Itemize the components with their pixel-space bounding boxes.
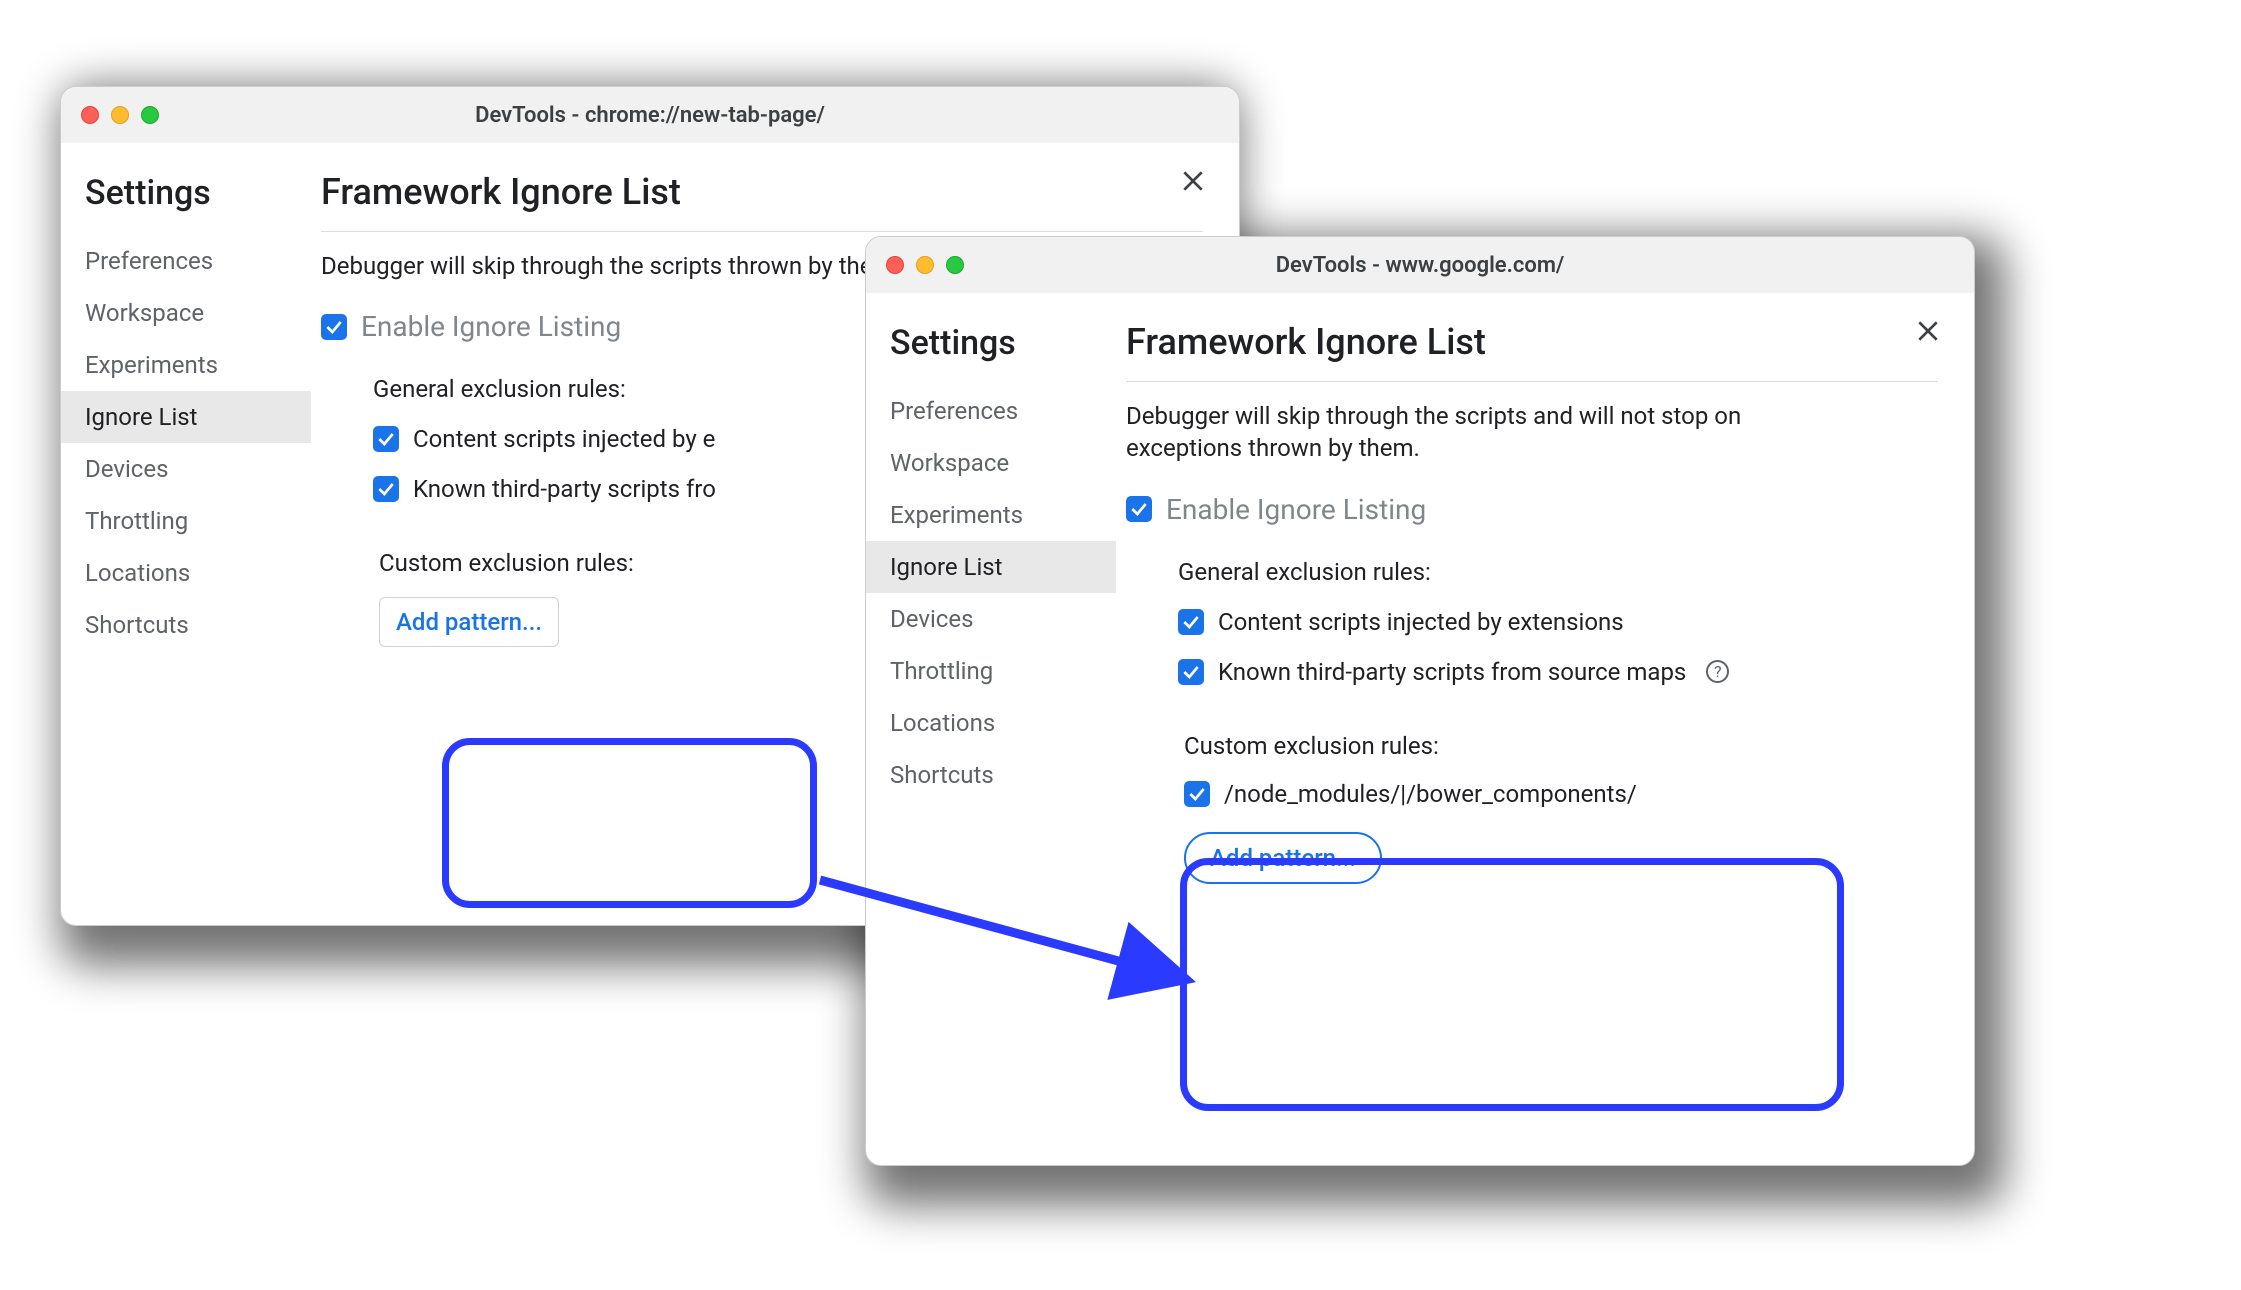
sidebar-item-ignore-list[interactable]: Ignore List <box>61 391 311 443</box>
close-window-button[interactable] <box>886 256 904 274</box>
help-icon[interactable]: ? <box>1706 660 1729 683</box>
exclusion-rule-checkbox[interactable] <box>1178 659 1204 685</box>
exclusion-rule-row: Content scripts injected by extensions <box>1178 608 1938 636</box>
close-window-button[interactable] <box>81 106 99 124</box>
sidebar-item-devices[interactable]: Devices <box>61 443 311 495</box>
page-description: Debugger will skip through the scripts a… <box>1126 382 1826 465</box>
close-settings-button[interactable] <box>1173 161 1213 201</box>
minimize-window-button[interactable] <box>916 256 934 274</box>
add-pattern-button[interactable]: Add pattern... <box>1184 832 1382 884</box>
custom-exclusion-block: Custom exclusion rules: /node_modules/|/… <box>1170 722 1790 906</box>
enable-ignore-listing-row: Enable Ignore Listing <box>1126 493 1938 526</box>
general-exclusion-header: General exclusion rules: <box>1178 558 1938 586</box>
enable-ignore-listing-label: Enable Ignore Listing <box>1166 493 1426 526</box>
window-title: DevTools - chrome://new-tab-page/ <box>61 103 1239 128</box>
zoom-window-button[interactable] <box>141 106 159 124</box>
exclusion-rule-checkbox[interactable] <box>373 426 399 452</box>
custom-exclusion-header: Custom exclusion rules: <box>1184 732 1768 760</box>
custom-pattern-row: /node_modules/|/bower_components/ <box>1184 780 1768 808</box>
exclusion-rule-label: Known third-party scripts from source ma… <box>1218 658 1686 686</box>
enable-ignore-listing-checkbox[interactable] <box>321 314 347 340</box>
traffic-lights <box>81 106 159 124</box>
sidebar-item-ignore-list[interactable]: Ignore List <box>866 541 1116 593</box>
sidebar-item-locations[interactable]: Locations <box>61 547 311 599</box>
page-title: Framework Ignore List <box>321 157 1203 232</box>
settings-sidebar: Settings PreferencesWorkspaceExperiments… <box>61 143 311 925</box>
devtools-window-right: DevTools - www.google.com/ Settings Pref… <box>865 236 1975 1166</box>
exclusion-rule-label: Content scripts injected by e <box>413 425 715 453</box>
enable-ignore-listing-checkbox[interactable] <box>1126 496 1152 522</box>
sidebar-item-shortcuts[interactable]: Shortcuts <box>866 749 1116 801</box>
sidebar-item-workspace[interactable]: Workspace <box>61 287 311 339</box>
exclusion-rule-checkbox[interactable] <box>373 476 399 502</box>
enable-ignore-listing-label: Enable Ignore Listing <box>361 310 621 343</box>
titlebar: DevTools - chrome://new-tab-page/ <box>61 87 1239 143</box>
exclusion-rule-checkbox[interactable] <box>1178 609 1204 635</box>
settings-content: Framework Ignore List Debugger will skip… <box>1116 293 1974 1165</box>
zoom-window-button[interactable] <box>946 256 964 274</box>
sidebar-item-throttling[interactable]: Throttling <box>61 495 311 547</box>
sidebar-item-throttling[interactable]: Throttling <box>866 645 1116 697</box>
custom-exclusion-header: Custom exclusion rules: <box>379 549 695 577</box>
page-title: Framework Ignore List <box>1126 307 1938 382</box>
custom-exclusion-block: Custom exclusion rules: Add pattern... <box>365 539 717 669</box>
custom-pattern-checkbox[interactable] <box>1184 781 1210 807</box>
exclusion-rule-label: Known third-party scripts fro <box>413 475 716 503</box>
sidebar-heading: Settings <box>61 161 311 235</box>
close-settings-button[interactable] <box>1908 311 1948 351</box>
sidebar-item-preferences[interactable]: Preferences <box>61 235 311 287</box>
add-pattern-button[interactable]: Add pattern... <box>379 597 559 647</box>
sidebar-item-preferences[interactable]: Preferences <box>866 385 1116 437</box>
traffic-lights <box>886 256 964 274</box>
window-title: DevTools - www.google.com/ <box>866 253 1974 278</box>
settings-sidebar: Settings PreferencesWorkspaceExperiments… <box>866 293 1116 1165</box>
sidebar-item-locations[interactable]: Locations <box>866 697 1116 749</box>
sidebar-item-experiments[interactable]: Experiments <box>61 339 311 391</box>
sidebar-item-devices[interactable]: Devices <box>866 593 1116 645</box>
custom-pattern-label: /node_modules/|/bower_components/ <box>1224 780 1637 808</box>
exclusion-rule-row: Known third-party scripts from source ma… <box>1178 658 1938 686</box>
exclusion-rule-label: Content scripts injected by extensions <box>1218 608 1624 636</box>
sidebar-heading: Settings <box>866 311 1116 385</box>
titlebar: DevTools - www.google.com/ <box>866 237 1974 293</box>
sidebar-item-experiments[interactable]: Experiments <box>866 489 1116 541</box>
minimize-window-button[interactable] <box>111 106 129 124</box>
sidebar-item-shortcuts[interactable]: Shortcuts <box>61 599 311 651</box>
sidebar-item-workspace[interactable]: Workspace <box>866 437 1116 489</box>
